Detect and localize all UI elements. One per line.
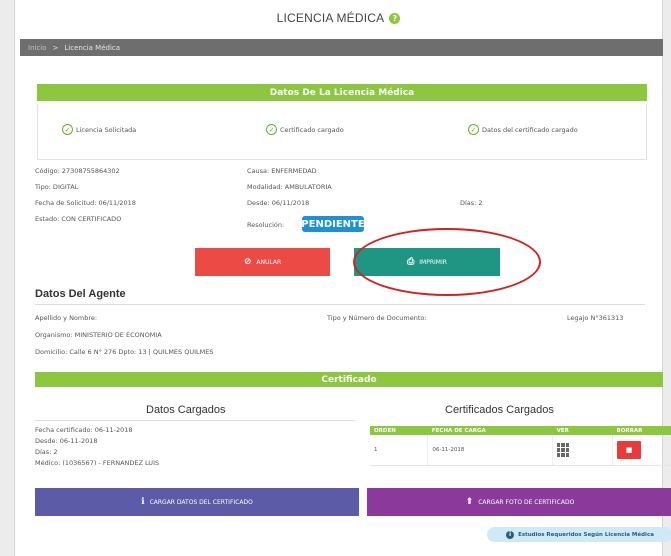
col-borrar: BORRAR bbox=[612, 426, 671, 435]
info-circle-icon: i bbox=[506, 530, 515, 539]
cell-borrar: ■ bbox=[612, 435, 671, 466]
agente-legajo: Legajo N°361313 bbox=[567, 314, 624, 322]
licencia-codigo: Código: 27308755864302 bbox=[35, 167, 120, 175]
step-datos-certificado: ✓ Datos del certificado cargado bbox=[468, 124, 578, 135]
cert-dias: Días: 2 bbox=[35, 448, 58, 456]
cert-desde: Desde: 06-11-2018 bbox=[35, 437, 98, 445]
col-orden: ORDEN bbox=[370, 426, 428, 435]
breadcrumb-current: Licencia Médica bbox=[64, 43, 121, 52]
certificate-thumbnail-icon[interactable] bbox=[557, 442, 570, 457]
col-fecha-carga: FECHA DE CARGA bbox=[427, 426, 553, 435]
certificado-section-header: Certificado bbox=[35, 372, 663, 387]
cargar-foto-button[interactable]: ⬆ CARGAR FOTO DE CERTIFICADO bbox=[367, 488, 671, 516]
agente-apellido-nombre: Apellido y Nombre: bbox=[35, 314, 98, 322]
table-header-row: ORDEN FECHA DE CARGA VER BORRAR bbox=[370, 426, 671, 435]
cargar-datos-label: CARGAR DATOS DEL CERTIFICADO bbox=[149, 498, 253, 506]
cert-fecha: Fecha certificado: 06-11-2018 bbox=[35, 426, 133, 434]
certificados-cargados-title: Certificados Cargados bbox=[445, 404, 554, 416]
printer-icon: ⎙ bbox=[407, 257, 415, 267]
licencia-causa: Causa: ENFERMEDAD bbox=[247, 167, 317, 175]
licencia-tipo: Tipo: DIGITAL bbox=[35, 183, 79, 191]
step-label: Licencia Solicitada bbox=[76, 125, 137, 134]
cell-ver bbox=[552, 435, 614, 466]
imprimir-button[interactable]: ⎙ IMPRIMIR bbox=[354, 248, 500, 276]
agente-organismo: Organismo: MINISTERIO DE ECONOMIA bbox=[35, 331, 162, 339]
agente-divider bbox=[35, 304, 645, 305]
agente-section-title: Datos Del Agente bbox=[35, 288, 126, 300]
cargar-datos-button[interactable]: ℹ CARGAR DATOS DEL CERTIFICADO bbox=[35, 488, 359, 516]
licencia-dias: Días: 2 bbox=[460, 199, 483, 207]
trash-icon: ■ bbox=[625, 445, 633, 454]
licencia-section-header: Datos De La Licencia Médica bbox=[37, 84, 647, 101]
certificados-table: ORDEN FECHA DE CARGA VER BORRAR 1 06-11-… bbox=[370, 426, 671, 466]
resolucion-label: Resolución: bbox=[247, 221, 285, 229]
licencia-modalidad: Modalidad: AMBULATORIA bbox=[247, 183, 332, 191]
imprimir-label: IMPRIMIR bbox=[419, 258, 447, 266]
cell-orden: 1 bbox=[370, 435, 429, 466]
col-ver: VER bbox=[552, 426, 613, 435]
check-circle-icon: ✓ bbox=[266, 124, 277, 135]
breadcrumb-separator: > bbox=[52, 43, 59, 52]
breadcrumb-home[interactable]: Inicio bbox=[28, 44, 47, 52]
estudios-requeridos-pill[interactable]: i Estudios Requeridos Según Licencia Méd… bbox=[487, 527, 671, 542]
table-row: 1 06-11-2018 ■ bbox=[370, 435, 671, 466]
page-title-bar: LICENCIA MÉDICA ? bbox=[15, 0, 662, 36]
info-icon: ℹ bbox=[141, 497, 145, 507]
step-label: Certificado cargado bbox=[280, 125, 344, 134]
datos-cargados-title: Datos Cargados bbox=[146, 404, 226, 416]
anular-button[interactable]: ⊘ ANULAR bbox=[195, 248, 330, 276]
cert-medico: Médico: (1036567) - FERNANDEZ LUIS bbox=[35, 459, 160, 467]
help-icon[interactable]: ? bbox=[389, 12, 401, 24]
step-licencia-solicitada: ✓ Licencia Solicitada bbox=[62, 124, 136, 135]
agente-domicilio: Domicilio: Calle 6 N° 276 Dpto: 13 | QUI… bbox=[35, 348, 214, 356]
check-circle-icon: ✓ bbox=[468, 124, 479, 135]
page-title: LICENCIA MÉDICA bbox=[276, 11, 385, 25]
upload-icon: ⬆ bbox=[465, 497, 474, 507]
estudios-label: Estudios Requeridos Según Licencia Médic… bbox=[518, 531, 654, 538]
page-container: LICENCIA MÉDICA ? Inicio > Licencia Médi… bbox=[14, 0, 671, 556]
licencia-estado: Estado: CON CERTIFICADO bbox=[35, 215, 122, 223]
delete-button[interactable]: ■ bbox=[617, 440, 642, 459]
cancel-circle-icon: ⊘ bbox=[243, 257, 252, 267]
anular-label: ANULAR bbox=[256, 258, 282, 266]
resolucion-status-badge: PENDIENTE bbox=[301, 216, 365, 232]
datos-cargados-divider bbox=[35, 420, 355, 421]
breadcrumb: Inicio > Licencia Médica bbox=[20, 39, 663, 56]
cargar-foto-label: CARGAR FOTO DE CERTIFICADO bbox=[478, 498, 575, 506]
licencia-fecha-solicitud: Fecha de Solicitud: 06/11/2018 bbox=[35, 199, 136, 207]
agente-documento: Tipo y Número de Documento: bbox=[327, 314, 427, 322]
licencia-status-steps: ✓ Licencia Solicitada ✓ Certificado carg… bbox=[37, 104, 647, 160]
check-circle-icon: ✓ bbox=[62, 124, 73, 135]
step-certificado-cargado: ✓ Certificado cargado bbox=[266, 124, 344, 135]
licencia-desde: Desde: 06/11/2018 bbox=[247, 199, 310, 207]
step-label: Datos del certificado cargado bbox=[482, 125, 578, 134]
cell-fecha: 06-11-2018 bbox=[427, 435, 554, 466]
